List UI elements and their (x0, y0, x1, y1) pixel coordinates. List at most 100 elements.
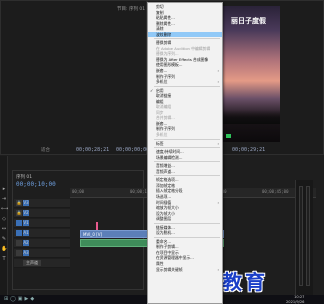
menu-separator (154, 161, 220, 163)
menu-item[interactable]: 标签 › (148, 141, 222, 147)
menu-item-label: 缩放为帧大小 (156, 205, 179, 211)
selection-tool-icon[interactable]: ▸ (1, 186, 7, 192)
system-clock[interactable]: 10:27 2021/9/26 (286, 295, 304, 304)
menu-item-label: 波纹删除 (156, 31, 172, 37)
menu-item-label: 音频增益... (156, 163, 175, 169)
meter-bar-left (299, 186, 303, 286)
meter-bar-right (306, 186, 310, 286)
sequence-tab[interactable]: 序列 01 (16, 174, 32, 180)
menu-item[interactable]: 显示剪辑关键帧 › (148, 267, 222, 273)
menu-item-label: 标签 (156, 140, 164, 146)
menu-item-label: 时间插值 (156, 199, 172, 205)
audio-meter-panel (295, 180, 313, 295)
menu-item-label: 同步 (156, 109, 164, 115)
menu-item[interactable]: 波纹删除 (148, 31, 222, 38)
menu-item-label: 帧定格选项... (156, 177, 179, 183)
menu-item-label: 场景编辑检测... (156, 154, 183, 160)
track-header-master[interactable]: 主声道 (14, 259, 70, 268)
menu-item-label: 剪切 (156, 4, 164, 9)
menu-item-label: 制作子序列 (156, 73, 175, 79)
video-caption: 丽日子度假 (231, 17, 266, 25)
menu-separator (154, 222, 220, 224)
track-header-a2[interactable]: A2 (14, 239, 70, 248)
menu-item-label: 替换为 After Effects 合成图像 (156, 56, 209, 62)
type-tool-icon[interactable]: T (1, 256, 7, 262)
program-monitor-title[interactable]: 节目: 序列 01 (117, 6, 145, 12)
menu-item-label: 制作子序列 (156, 126, 175, 132)
track-label[interactable]: 主声道 (23, 260, 41, 266)
menu-item[interactable]: 场景编辑检测... (148, 155, 222, 161)
menu-item-label: 速度/持续时间... (156, 149, 184, 155)
track-header-a1[interactable]: A1 (14, 229, 70, 238)
lock-icon[interactable] (16, 250, 22, 256)
program-current-timecode[interactable]: 00;00;00;00 (116, 147, 149, 153)
menu-item-label: 在项目中显示 (156, 249, 179, 255)
menu-separator (154, 38, 220, 40)
slip-tool-icon[interactable]: ↔ (1, 226, 7, 232)
menu-item[interactable]: 调整图层 (148, 216, 222, 222)
track-label[interactable]: V2 (23, 210, 29, 216)
menu-item[interactable]: 音频声道... (148, 169, 222, 175)
track-header-a3[interactable]: A3 (14, 249, 70, 258)
menu-item-label: 制作子剪辑... (156, 244, 179, 250)
track-label[interactable]: A1 (23, 230, 29, 236)
menu-item-label: 链接媒体... (156, 224, 175, 230)
menu-separator (154, 147, 220, 149)
menu-item: 多机位 (148, 132, 222, 138)
menu-item-label: 调整图层 (156, 216, 172, 222)
menu-item-label: 替换为序列... (156, 51, 179, 57)
taskbar-app-icons[interactable]: ⊞◯▣▶◆ (4, 296, 36, 302)
in-point-marker[interactable] (96, 222, 98, 230)
ruler-label: 00;00 (72, 189, 85, 194)
menu-separator (154, 85, 220, 87)
source-patch-icon[interactable] (16, 230, 22, 236)
hand-tool-icon[interactable]: ✋ (1, 246, 7, 252)
source-monitor-panel: 适合 (0, 0, 147, 155)
source-patch-icon[interactable] (16, 220, 22, 226)
context-menu: 剪切 复制 粘贴属性... 删除属性... 清除 波纹删除 替换剪辑在 Adobe Audi… (147, 2, 223, 304)
menu-item-label: 替换剪辑 (156, 40, 172, 46)
timeline-timecode[interactable]: 00;00;10;00 (16, 181, 56, 188)
track-label[interactable]: V3 (23, 200, 29, 206)
marker-icon (226, 134, 231, 138)
clock-date: 2021/9/26 (286, 299, 305, 304)
menu-item-label: 多机位 (156, 132, 168, 138)
fit-dropdown[interactable]: 适合 (41, 147, 50, 153)
track-header-v1[interactable]: V1 (14, 219, 70, 228)
submenu-arrow-icon: › (217, 266, 219, 272)
menu-item-label: 场选项... (156, 193, 172, 199)
track-header-v2[interactable]: 🔒 V2 (14, 209, 70, 218)
menu-separator (154, 138, 220, 140)
menu-item-label: 设为帧大小 (156, 210, 175, 216)
track-label[interactable]: A2 (23, 240, 29, 246)
razor-tool-icon[interactable]: ◇ (1, 216, 7, 222)
lock-icon[interactable]: 🔒 (16, 200, 22, 206)
lock-icon[interactable]: 🔒 (16, 210, 22, 216)
menu-item-label: 使用图形模板... (156, 62, 183, 68)
tools-panel: ▸ ⇥ ⟷ ◇ ↔ ✎ ✋ T (0, 156, 8, 304)
lock-icon[interactable] (16, 240, 22, 246)
program-duration-timecode: 00;00;29;21 (232, 147, 266, 153)
menu-item-label: 取消链接 (156, 93, 172, 99)
menu-item-label: 音频声道... (156, 168, 175, 174)
menu-item-label: 删除属性... (156, 20, 175, 26)
track-label[interactable]: A3 (23, 250, 29, 256)
menu-item-label: 插入帧定格分段 (156, 188, 183, 194)
track-header-v3[interactable]: 🔒 V3 (14, 199, 70, 208)
menu-item-label: 重命名... (156, 238, 172, 244)
menu-item-label: 复制 (156, 9, 164, 15)
video-preview: 丽日子度假 (217, 6, 280, 142)
menu-item-label: 启用 (156, 87, 164, 93)
menu-item[interactable]: 设为脱机... (148, 230, 222, 236)
ripple-edit-icon[interactable]: ⟷ (1, 206, 8, 212)
source-timecode: 00;00;28;21 (76, 147, 110, 153)
pen-tool-icon[interactable]: ✎ (1, 236, 7, 242)
menu-item-label: 显示剪辑关键帧 (156, 266, 183, 272)
submenu-arrow-icon: › (217, 140, 219, 146)
track-label[interactable]: V1 (23, 220, 29, 226)
track-select-icon[interactable]: ⇥ (1, 196, 7, 202)
menu-item-label: 添加帧定格 (156, 182, 175, 188)
menu-item[interactable]: 多机位 › (148, 79, 222, 85)
video-horizon (217, 110, 280, 124)
menu-item-label: 在 Adobe Audition 中编辑剪辑 (156, 45, 211, 51)
